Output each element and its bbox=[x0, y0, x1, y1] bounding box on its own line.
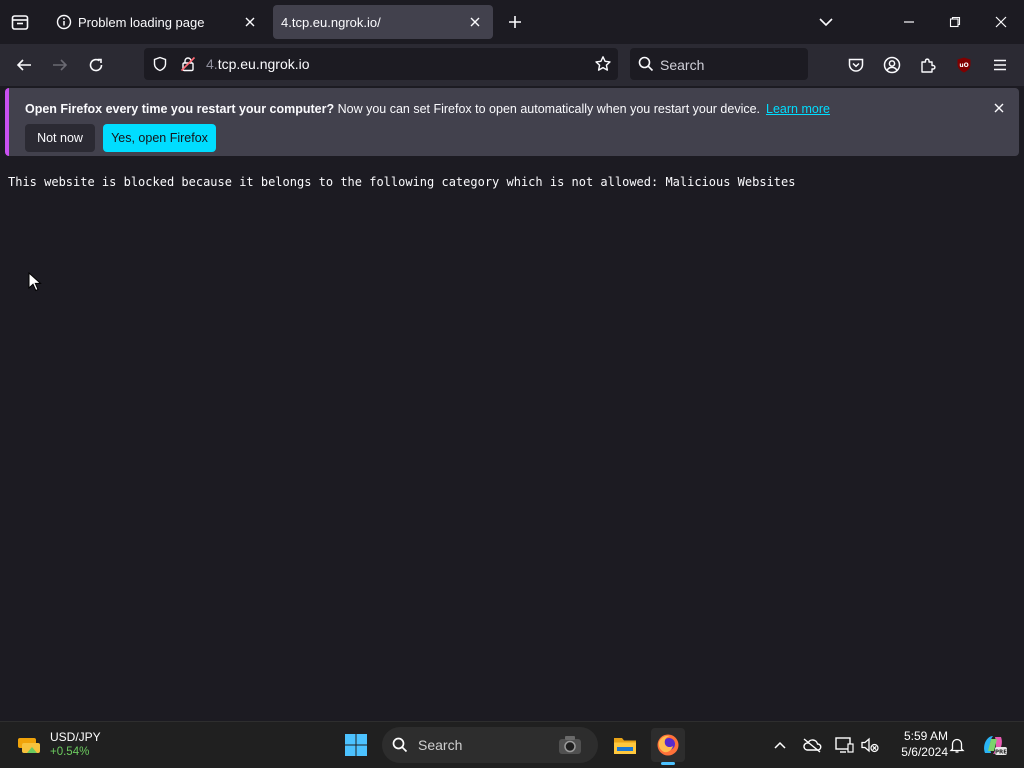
active-app-indicator bbox=[661, 762, 675, 765]
camera-search-icon bbox=[556, 733, 584, 757]
tab-ngrok[interactable]: 4.tcp.eu.ngrok.io/ bbox=[273, 5, 493, 39]
not-now-button[interactable]: Not now bbox=[25, 124, 95, 152]
insecure-lock-icon[interactable] bbox=[180, 56, 196, 72]
copilot-icon[interactable]: PRE bbox=[979, 731, 1007, 759]
onedrive-icon[interactable] bbox=[802, 735, 822, 755]
notification-title: Open Firefox every time you restart your… bbox=[25, 102, 335, 116]
bookmark-star-icon[interactable] bbox=[594, 55, 612, 73]
minimize-icon[interactable] bbox=[897, 10, 921, 34]
close-notification-icon[interactable] bbox=[989, 98, 1009, 118]
search-icon bbox=[638, 56, 654, 72]
close-window-icon[interactable] bbox=[989, 10, 1013, 34]
tab-label: 4.tcp.eu.ngrok.io/ bbox=[281, 14, 381, 30]
firefox-view-icon[interactable] bbox=[8, 10, 32, 34]
extensions-puzzle-icon[interactable] bbox=[916, 53, 940, 77]
restore-icon[interactable] bbox=[943, 10, 967, 34]
url-text: 4.tcp.eu.ngrok.io bbox=[206, 56, 310, 72]
account-icon[interactable] bbox=[880, 53, 904, 77]
url-host: tcp.eu.ngrok.io bbox=[217, 56, 310, 72]
notification-text: Now you can set Firefox to open automati… bbox=[334, 102, 761, 116]
search-icon bbox=[392, 737, 408, 753]
tab-strip: Problem loading page 4.tcp.eu.ngrok.io/ bbox=[0, 0, 1024, 44]
currency-pair: USD/JPY bbox=[50, 730, 101, 744]
currency-chart-icon bbox=[16, 732, 44, 758]
svg-text:uO: uO bbox=[959, 62, 968, 69]
notification-bar: Open Firefox every time you restart your… bbox=[5, 88, 1019, 156]
folder-icon bbox=[613, 734, 637, 756]
learn-more-link[interactable]: Learn more bbox=[766, 102, 830, 116]
system-clock[interactable]: 5:59 AM 5/6/2024 bbox=[886, 728, 948, 760]
close-tab-icon[interactable] bbox=[463, 10, 487, 34]
notification-bell-icon[interactable] bbox=[947, 735, 967, 755]
windows-start-icon[interactable] bbox=[344, 733, 368, 757]
address-bar[interactable]: 4.tcp.eu.ngrok.io bbox=[144, 48, 618, 80]
volume-muted-icon[interactable] bbox=[860, 735, 880, 755]
info-icon bbox=[56, 14, 72, 30]
tab-problem-loading[interactable]: Problem loading page bbox=[44, 5, 268, 39]
tab-label: Problem loading page bbox=[78, 14, 205, 30]
taskbar-search[interactable]: Search bbox=[382, 727, 598, 763]
display-icon[interactable] bbox=[834, 735, 854, 755]
notification-message: Open Firefox every time you restart your… bbox=[25, 102, 830, 116]
currency-change: +0.54% bbox=[50, 746, 90, 758]
search-bar[interactable]: Search bbox=[630, 48, 808, 80]
new-tab-icon[interactable] bbox=[503, 10, 527, 34]
svg-text:PRE: PRE bbox=[995, 750, 1007, 756]
taskbar: USD/JPY +0.54% Search 5:59 AM 5/6/2024 P… bbox=[0, 721, 1024, 768]
yes-open-firefox-button[interactable]: Yes, open Firefox bbox=[103, 124, 216, 152]
chevron-up-icon[interactable] bbox=[770, 735, 790, 755]
mouse-cursor-icon bbox=[28, 272, 42, 292]
back-arrow-icon[interactable] bbox=[12, 53, 36, 77]
clock-time: 5:59 AM bbox=[903, 729, 948, 743]
file-explorer-app[interactable] bbox=[608, 728, 642, 762]
list-all-tabs-icon[interactable] bbox=[814, 10, 838, 34]
url-prefix: 4. bbox=[206, 56, 218, 72]
forward-arrow-icon[interactable] bbox=[48, 53, 72, 77]
pocket-icon[interactable] bbox=[844, 53, 868, 77]
hamburger-menu-icon[interactable] bbox=[988, 53, 1012, 77]
close-tab-icon[interactable] bbox=[238, 10, 262, 34]
page-content: This website is blocked because it belon… bbox=[0, 160, 1024, 720]
weather-widget[interactable]: USD/JPY +0.54% bbox=[14, 728, 114, 762]
blocked-message: This website is blocked because it belon… bbox=[8, 175, 796, 189]
shield-icon[interactable] bbox=[152, 56, 168, 72]
firefox-icon bbox=[656, 733, 680, 757]
ublock-origin-icon[interactable]: uO bbox=[952, 53, 976, 77]
reload-icon[interactable] bbox=[84, 53, 108, 77]
firefox-app[interactable] bbox=[651, 728, 685, 765]
search-placeholder: Search bbox=[660, 57, 705, 73]
taskbar-search-placeholder: Search bbox=[418, 737, 463, 753]
clock-date: 5/6/2024 bbox=[901, 745, 948, 759]
